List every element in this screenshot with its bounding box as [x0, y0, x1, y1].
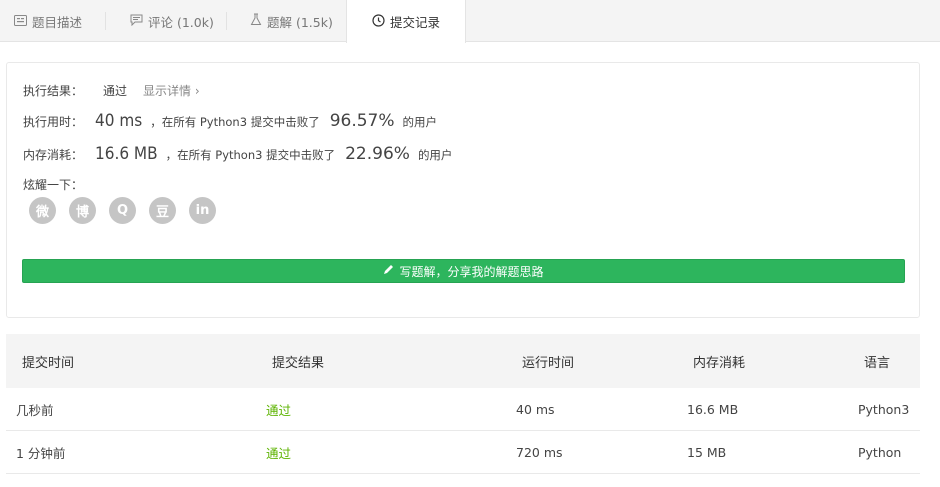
description-icon: [14, 14, 27, 29]
row-memory: 15 MB: [687, 444, 727, 460]
tab-solutions[interactable]: 题解 (1.5k): [250, 0, 333, 42]
status-label: 执行结果：: [23, 84, 84, 98]
share-label-row: 炫耀一下：: [23, 176, 83, 193]
show-details-link[interactable]: 显示详情 ›: [143, 82, 200, 99]
row-submit-time: 几秒前: [16, 402, 54, 418]
memory-percent: 22.96%: [345, 144, 410, 164]
runtime-row: 执行用时： 40 ms ，在所有 Python3 提交中击败了 96.57% 的…: [23, 111, 437, 131]
linkedin-icon[interactable]: in: [189, 197, 216, 224]
tab-submissions[interactable]: 提交记录: [346, 0, 466, 43]
comment-icon: [130, 14, 143, 29]
memory-row: 内存消耗： 16.6 MB ，在所有 Python3 提交中击败了 22.96%…: [23, 144, 452, 164]
header-submit-result: 提交结果: [272, 355, 325, 371]
share-buttons: 微 博 Q 豆 in: [29, 197, 216, 224]
row-runtime: 720 ms: [516, 444, 563, 460]
tab-description-label: 题目描述: [32, 14, 83, 30]
header-language: 语言: [864, 355, 891, 371]
row-language: Python3: [858, 401, 910, 417]
pencil-icon: [383, 264, 394, 278]
wechat-icon[interactable]: 微: [29, 197, 56, 224]
tab-comments-label: 评论 (1.0k): [148, 14, 214, 30]
row-result-link[interactable]: 通过: [266, 388, 291, 430]
runtime-text: ，在所有 Python3 提交中击败了: [150, 115, 320, 129]
tab-separator: [226, 12, 227, 30]
qq-icon[interactable]: Q: [109, 197, 136, 224]
share-label: 炫耀一下：: [23, 178, 84, 192]
row-submit-time: 1 分钟前: [16, 445, 66, 461]
row-runtime: 40 ms: [516, 401, 555, 417]
status-value: 通过: [103, 84, 128, 98]
submissions-table: 提交时间 提交结果 运行时间 内存消耗 语言 几秒前 通过 40 ms 16.6…: [6, 334, 920, 474]
row-result-link[interactable]: 通过: [266, 431, 291, 473]
header-memory: 内存消耗: [693, 355, 746, 371]
clock-icon: [372, 13, 385, 30]
flask-icon: [250, 13, 262, 29]
header-runtime: 运行时间: [522, 355, 575, 371]
memory-text: ，在所有 Python3 提交中击败了: [165, 148, 336, 162]
write-solution-button[interactable]: 写题解，分享我的解题思路: [22, 259, 905, 283]
memory-value: 16.6 MB: [95, 144, 158, 164]
runtime-value: 40 ms: [95, 111, 143, 131]
tab-separator: [105, 12, 106, 30]
row-memory: 16.6 MB: [687, 401, 739, 417]
table-header: 提交时间 提交结果 运行时间 内存消耗 语言: [6, 334, 920, 388]
table-row[interactable]: 几秒前 通过 40 ms 16.6 MB Python3: [6, 388, 920, 431]
write-solution-label: 写题解，分享我的解题思路: [399, 264, 544, 279]
header-submit-time: 提交时间: [22, 355, 75, 371]
memory-label: 内存消耗：: [23, 148, 84, 162]
weibo-icon[interactable]: 博: [69, 197, 96, 224]
status-row: 执行结果： 通过 显示详情 ›: [23, 82, 200, 99]
tab-solutions-label: 题解 (1.5k): [267, 14, 333, 30]
table-row[interactable]: 1 分钟前 通过 720 ms 15 MB Python: [6, 431, 920, 474]
runtime-suffix: 的用户: [402, 115, 438, 129]
runtime-label: 执行用时：: [23, 115, 84, 129]
runtime-percent: 96.57%: [329, 111, 395, 131]
douban-icon[interactable]: 豆: [149, 197, 176, 224]
tab-comments[interactable]: 评论 (1.0k): [130, 0, 214, 42]
memory-suffix: 的用户: [417, 148, 453, 162]
tab-submissions-label: 提交记录: [389, 15, 440, 30]
tab-bar: 题目描述 评论 (1.0k) 题解 (1.5k) 提交记录: [0, 0, 940, 43]
submission-result-card: 执行结果： 通过 显示详情 › 执行用时： 40 ms ，在所有 Python3…: [6, 62, 920, 318]
tab-description[interactable]: 题目描述: [14, 0, 82, 42]
row-language: Python: [858, 444, 902, 460]
